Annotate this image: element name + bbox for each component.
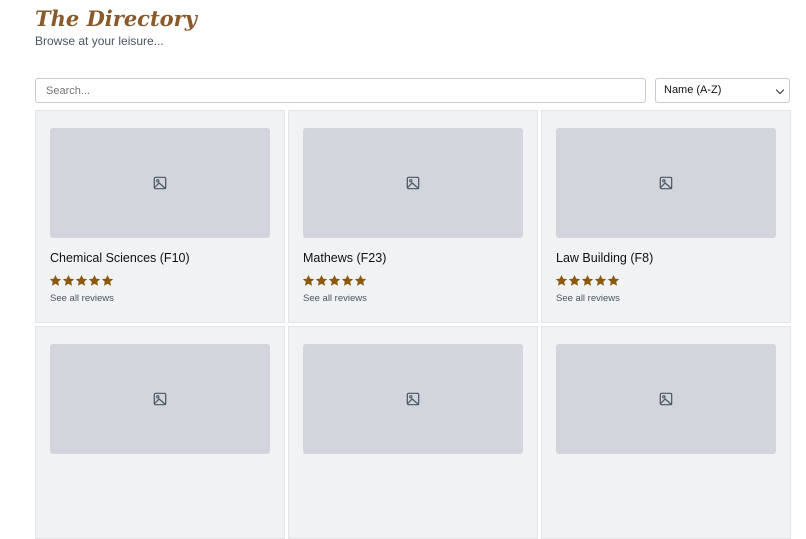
star-icon [341,274,354,286]
card-image-placeholder [50,344,270,454]
rating-stars [302,274,367,287]
rating-stars [49,274,114,287]
star-icon [101,274,114,286]
star-icon [62,274,75,286]
directory-card[interactable]: Law Building (F8) See all reviews [541,110,791,323]
star-icon [581,274,594,286]
see-reviews-link[interactable]: See all reviews [303,293,367,304]
card-title[interactable]: Law Building (F8) [556,251,653,265]
card-image-placeholder [303,128,523,238]
star-icon [555,274,568,286]
directory-card[interactable] [288,326,538,539]
image-icon [153,176,167,190]
card-image-placeholder [303,344,523,454]
see-reviews-link[interactable]: See all reviews [50,293,114,304]
star-icon [594,274,607,286]
star-icon [302,274,315,286]
star-icon [315,274,328,286]
card-title[interactable]: Mathews (F23) [303,251,386,265]
card-image-placeholder [50,128,270,238]
directory-card[interactable] [35,326,285,539]
search-input[interactable] [35,78,646,103]
card-title[interactable]: Chemical Sciences (F10) [50,251,190,265]
directory-card[interactable]: Mathews (F23) See all reviews [288,110,538,323]
star-icon [607,274,620,286]
star-icon [49,274,62,286]
directory-card[interactable] [541,326,791,539]
image-icon [406,176,420,190]
directory-card[interactable]: Chemical Sciences (F10) See all reviews [35,110,285,323]
rating-stars [555,274,620,287]
star-icon [354,274,367,286]
sort-selected-label: Name (A-Z) [664,84,722,96]
star-icon [568,274,581,286]
star-icon [75,274,88,286]
page-subtitle: Browse at your leisure... [35,34,164,48]
image-icon [659,392,673,406]
page-title: The Directory [35,6,197,31]
star-icon [328,274,341,286]
sort-select[interactable]: Name (A-Z) [655,78,790,103]
card-image-placeholder [556,128,776,238]
chevron-down-icon [775,85,785,95]
see-reviews-link[interactable]: See all reviews [556,293,620,304]
star-icon [88,274,101,286]
image-icon [406,392,420,406]
directory-grid: Chemical Sciences (F10) See all reviews … [35,110,791,539]
image-icon [659,176,673,190]
image-icon [153,392,167,406]
card-image-placeholder [556,344,776,454]
page-header: The Directory Browse at your leisure... [35,6,197,48]
